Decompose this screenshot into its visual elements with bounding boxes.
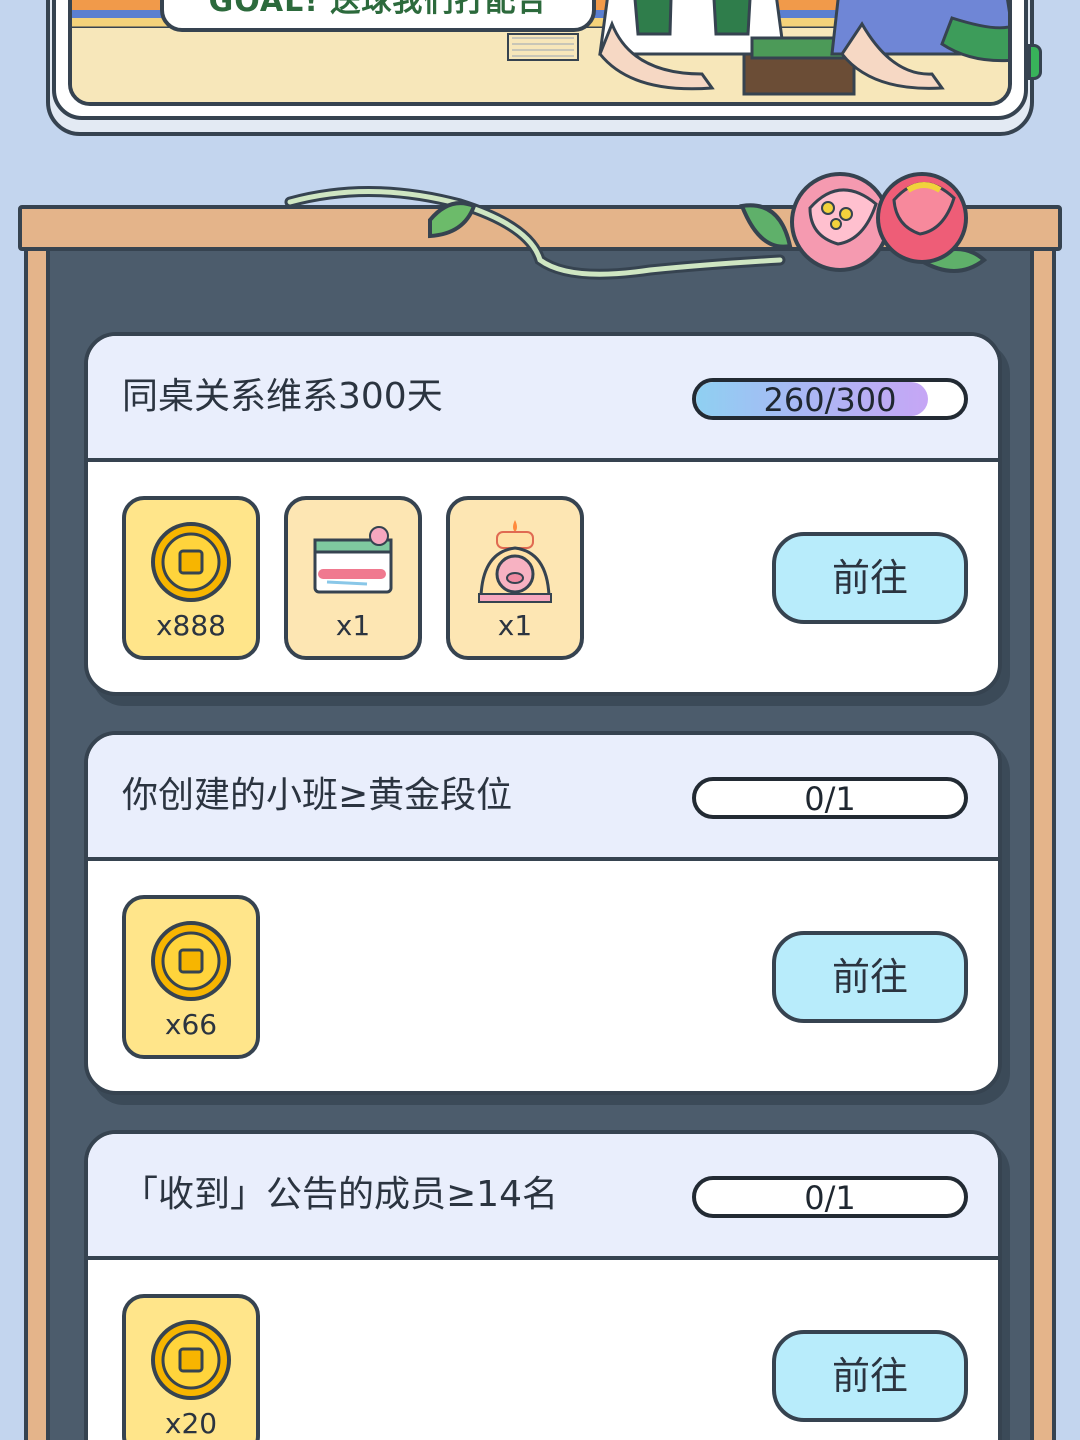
task-card: 「收到」公告的成员≥14名 0/1 x20 前往 [84,1130,1002,1440]
task-header: 「收到」公告的成员≥14名 0/1 [88,1134,998,1260]
gold-coin-icon [151,921,231,1001]
vine-flower-decoration [284,172,988,280]
gold-coin-icon [151,1320,231,1400]
reward-count: x20 [164,1407,218,1440]
reward-item[interactable]: x20 [122,1294,260,1440]
goto-button[interactable]: 前往 [772,931,968,1023]
board-frame-right [1030,247,1056,1440]
progress-text: 260/300 [763,381,897,419]
task-card: 同桌关系维系300天 260/300 x888 x1 x1 前往 [84,332,1002,696]
task-progress-bar: 0/1 [692,1176,968,1218]
goto-button[interactable]: 前往 [772,532,968,624]
task-header: 你创建的小班≥黄金段位 0/1 [88,735,998,861]
board-frame-left [24,247,50,1440]
300-pig-cake-icon [478,520,552,603]
reward-item[interactable]: x1 [446,496,584,660]
task-header: 同桌关系维系300天 260/300 [88,336,998,462]
reward-item[interactable]: x888 [122,496,260,660]
banner-title: GOAL! 送球我们打配合 [160,0,596,32]
progress-text: 0/1 [804,780,856,818]
task-title: 「收到」公告的成员≥14名 [122,1174,558,1215]
300-days-calendar-icon [313,526,393,594]
task-title: 同桌关系维系300天 [122,376,443,417]
task-card: 你创建的小班≥黄金段位 0/1 x66 前往 [84,731,1002,1095]
reward-item[interactable]: x1 [284,496,422,660]
task-progress-bar: 260/300 [692,378,968,420]
gold-coin-icon [151,522,231,602]
reward-count: x1 [335,609,371,642]
reward-count: x66 [164,1008,218,1041]
progress-text: 0/1 [804,1179,856,1217]
reward-count: x1 [497,609,533,642]
reward-item[interactable]: x66 [122,895,260,1059]
task-page: GOAL! 送球我们打配合 同桌关系维系300天 260/300 x888 x1… [0,0,1080,1440]
task-progress-bar: 0/1 [692,777,968,819]
reward-count: x888 [155,609,226,642]
banner-side-tab[interactable] [1028,44,1042,80]
task-title: 你创建的小班≥黄金段位 [122,775,513,816]
goto-button[interactable]: 前往 [772,1330,968,1422]
